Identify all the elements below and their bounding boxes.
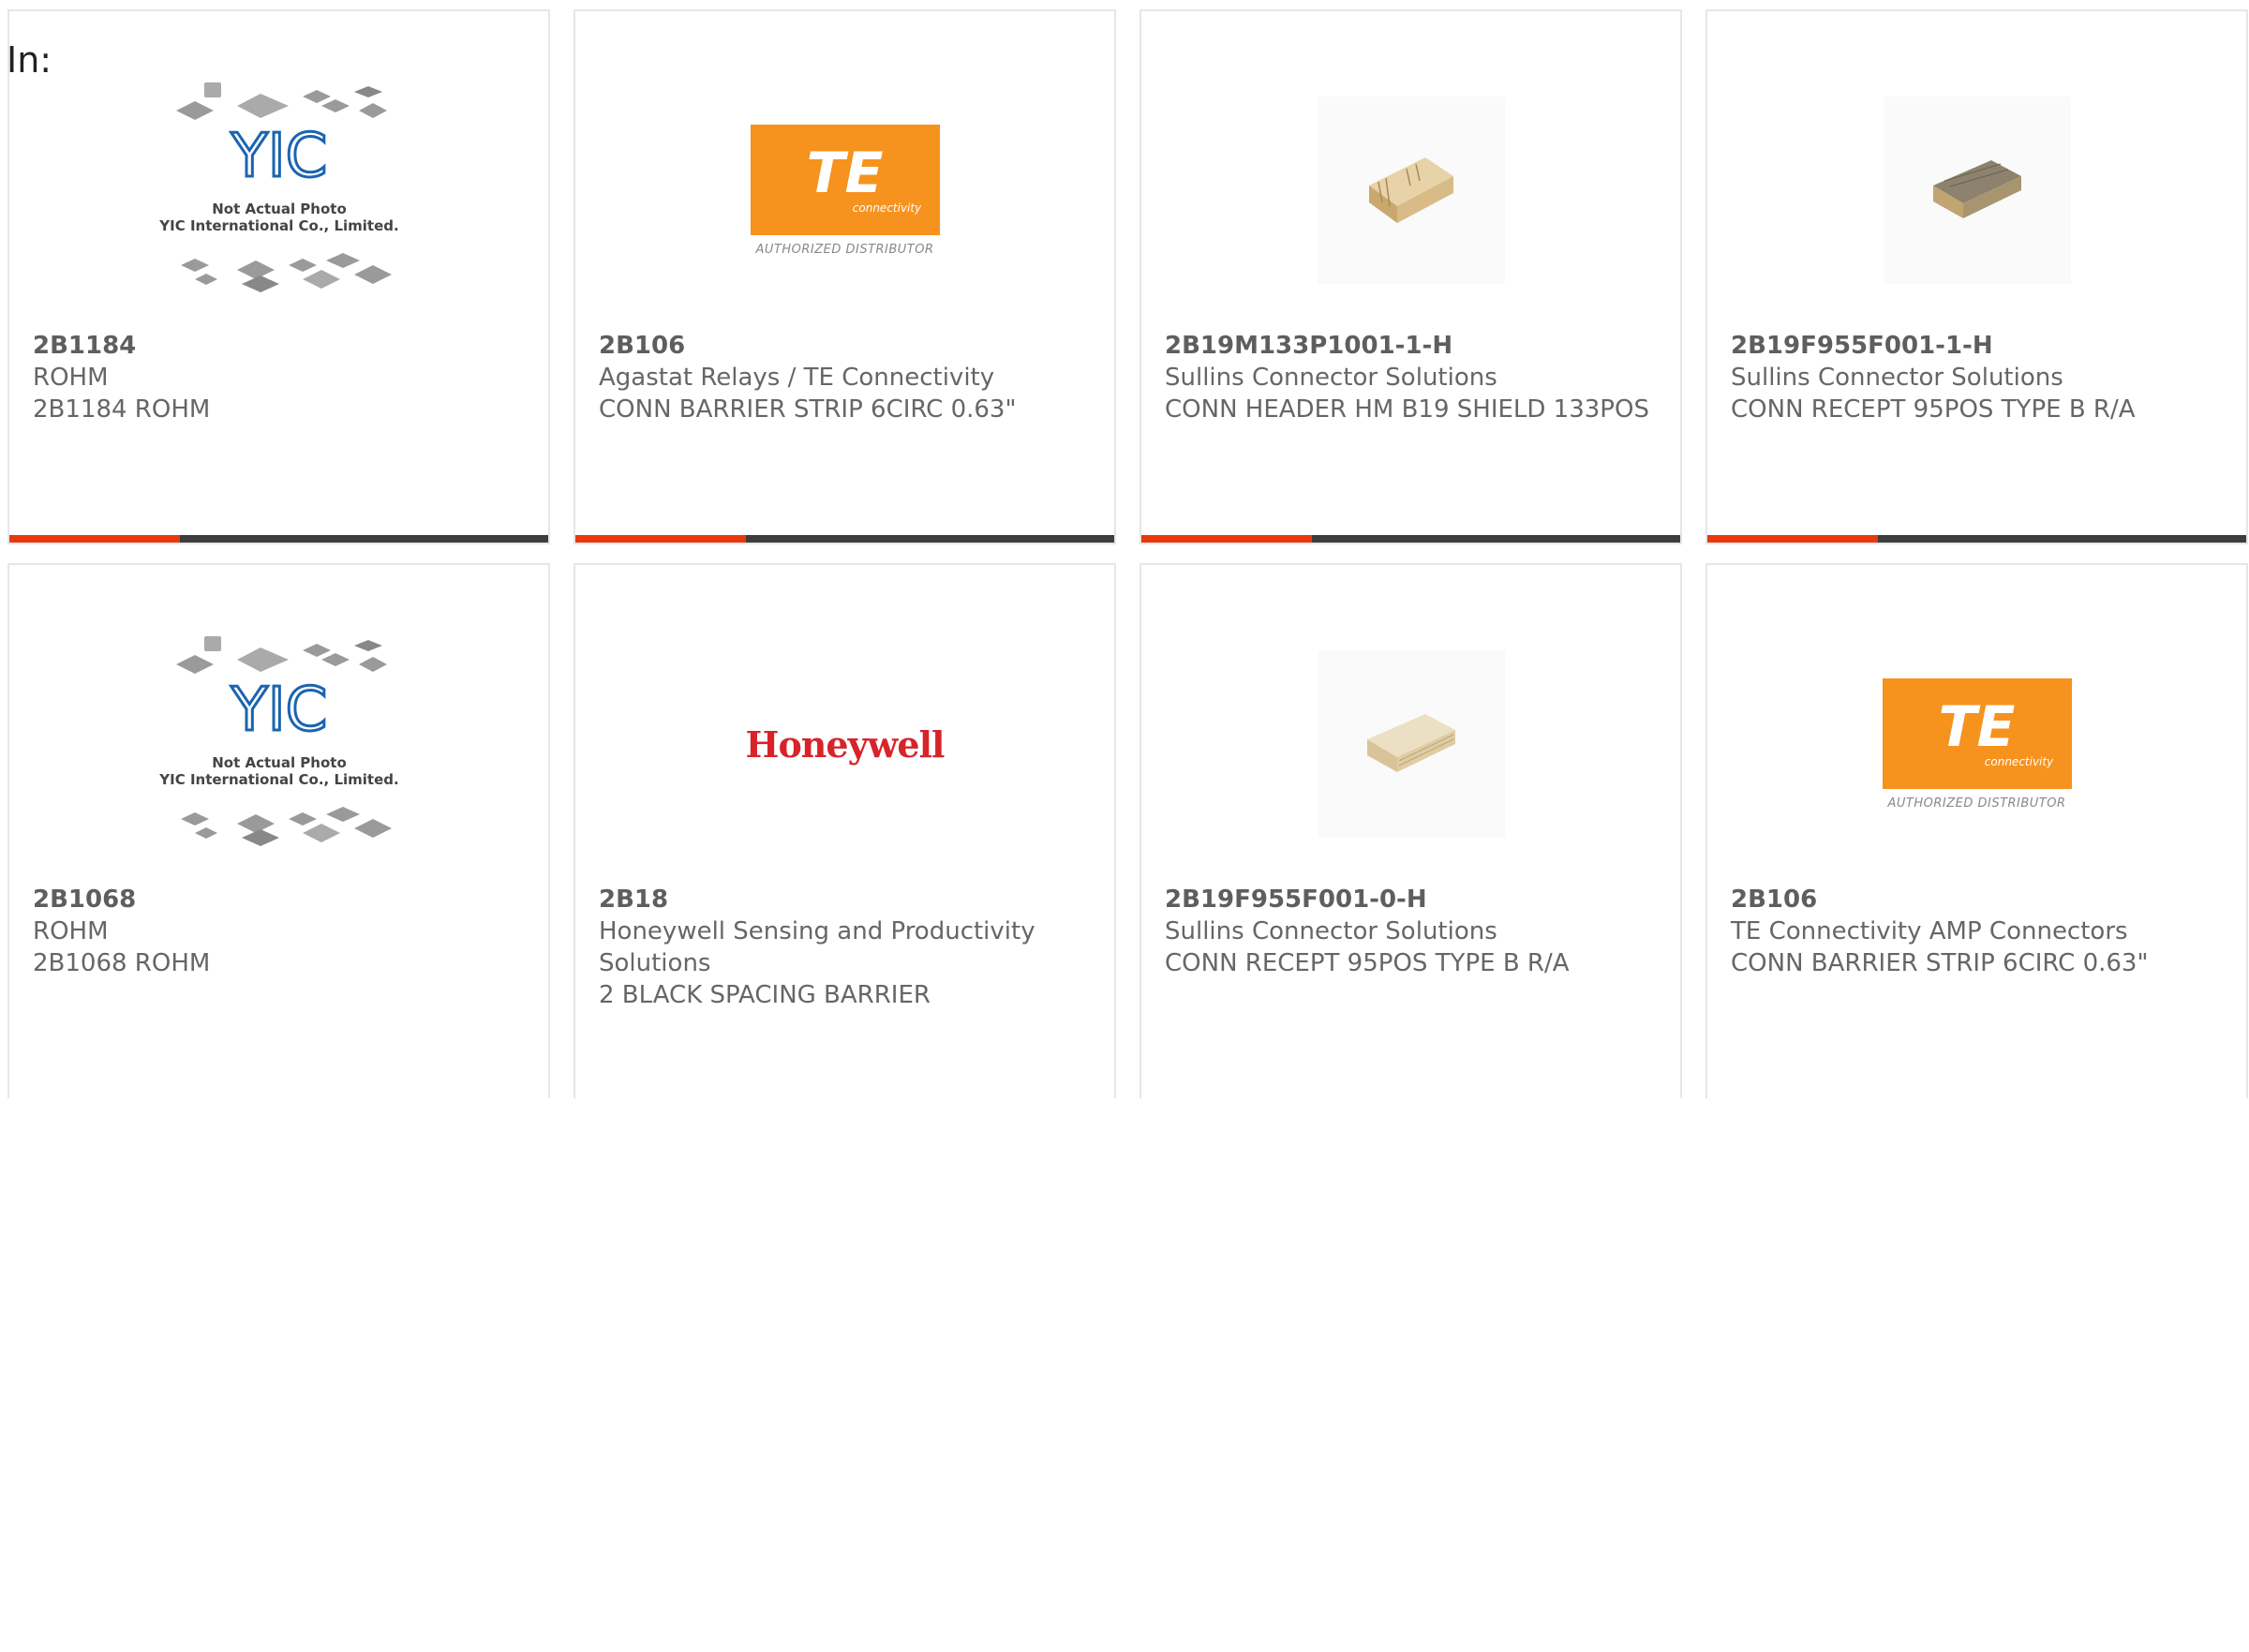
te-logo-icon: TE connectivity AUTHORIZED DISTRIBUTOR <box>1882 677 2072 811</box>
description: CONN RECEPT 95POS TYPE B R/A <box>1165 949 1570 977</box>
product-info: 2B106 TE Connectivity AMP Connectors CON… <box>1731 884 2227 979</box>
connector-receptacle-image <box>1883 97 2071 284</box>
product-card[interactable]: YIC Not Actual Photo YIC International C… <box>7 563 550 1098</box>
manufacturer: TE Connectivity AMP Connectors <box>1731 917 2128 945</box>
product-image[interactable]: YIC Not Actual Photo YIC International C… <box>139 73 420 307</box>
manufacturer: Sullins Connector Solutions <box>1731 364 2063 392</box>
te-logo-mark: TE <box>1938 693 2016 760</box>
manufacturer: Honeywell Sensing and Productivity Solut… <box>599 917 1035 977</box>
part-number[interactable]: 2B19F955F001-1-H <box>1731 330 2227 362</box>
te-logo-icon: TE connectivity AUTHORIZED DISTRIBUTOR <box>750 124 940 257</box>
placeholder-line-1: Not Actual Photo <box>212 754 347 771</box>
description: 2 BLACK SPACING BARRIER <box>599 981 931 1009</box>
product-image[interactable]: Honeywell <box>705 627 986 861</box>
part-number[interactable]: 2B18 <box>599 884 1095 915</box>
product-card[interactable]: TE connectivity AUTHORIZED DISTRIBUTOR 2… <box>573 9 1116 544</box>
authorized-distributor-text: AUTHORIZED DISTRIBUTOR <box>1887 796 2066 811</box>
authorized-distributor-text: AUTHORIZED DISTRIBUTOR <box>755 242 934 257</box>
product-image[interactable]: YIC Not Actual Photo YIC International C… <box>139 627 420 861</box>
te-logo-sub: connectivity <box>852 201 922 215</box>
product-info: 2B19F955F001-1-H Sullins Connector Solut… <box>1731 330 2227 425</box>
part-number[interactable]: 2B1068 <box>33 884 529 915</box>
manufacturer: Agastat Relays / TE Connectivity <box>599 364 995 392</box>
product-info: 2B1184 ROHM 2B1184 ROHM <box>33 330 529 425</box>
svg-text:YIC: YIC <box>230 122 327 191</box>
card-bottom-bar <box>575 535 1114 543</box>
yic-placeholder-icon: YIC Not Actual Photo YIC International C… <box>158 82 398 292</box>
svg-text:YIC: YIC <box>230 676 327 745</box>
card-bottom-bar <box>1141 535 1680 543</box>
manufacturer: ROHM <box>33 917 109 945</box>
part-number[interactable]: 2B19M133P1001-1-H <box>1165 330 1661 362</box>
manufacturer: ROHM <box>33 364 109 392</box>
connector-icon <box>1366 714 1455 772</box>
yic-placeholder-icon: YIC Not Actual Photo YIC International C… <box>158 636 398 846</box>
card-bottom-bar <box>9 535 548 543</box>
product-info: 2B18 Honeywell Sensing and Productivity … <box>599 884 1095 1011</box>
part-number[interactable]: 2B1184 <box>33 330 529 362</box>
placeholder-line-2: YIC International Co., Limited. <box>158 771 398 788</box>
product-info: 2B1068 ROHM 2B1068 ROHM <box>33 884 529 979</box>
part-number[interactable]: 2B19F955F001-0-H <box>1165 884 1661 915</box>
description: CONN RECEPT 95POS TYPE B R/A <box>1731 395 2136 424</box>
te-logo-mark: TE <box>806 140 884 206</box>
filter-label: In: <box>7 39 52 81</box>
product-card[interactable]: 2B19M133P1001-1-H Sullins Connector Solu… <box>1139 9 1682 544</box>
product-card[interactable]: YIC Not Actual Photo YIC International C… <box>7 9 550 544</box>
product-grid-row-2: YIC Not Actual Photo YIC International C… <box>7 563 2248 1652</box>
connector-icon <box>1368 157 1453 223</box>
product-card[interactable]: Honeywell 2B18 Honeywell Sensing and Pro… <box>573 563 1116 1098</box>
description: CONN BARRIER STRIP 6CIRC 0.63" <box>1731 949 2149 977</box>
description: CONN HEADER HM B19 SHIELD 133POS <box>1165 395 1649 424</box>
product-info: 2B19M133P1001-1-H Sullins Connector Solu… <box>1165 330 1661 425</box>
product-info: 2B19F955F001-0-H Sullins Connector Solut… <box>1165 884 1661 979</box>
honeywell-logo-icon: Honeywell <box>745 722 946 766</box>
description: CONN BARRIER STRIP 6CIRC 0.63" <box>599 395 1017 424</box>
product-card[interactable]: 2B19F955F001-0-H Sullins Connector Solut… <box>1139 563 1682 1098</box>
description: 2B1068 ROHM <box>33 949 211 977</box>
manufacturer: Sullins Connector Solutions <box>1165 364 1497 392</box>
connector-receptacle-image <box>1317 650 1505 838</box>
product-image[interactable]: TE connectivity AUTHORIZED DISTRIBUTOR <box>705 73 986 307</box>
placeholder-line-1: Not Actual Photo <box>212 201 347 217</box>
card-bottom-bar <box>1707 535 2246 543</box>
product-image[interactable] <box>1271 73 1552 307</box>
product-image[interactable] <box>1837 73 2118 307</box>
description: 2B1184 ROHM <box>33 395 211 424</box>
product-info: 2B106 Agastat Relays / TE Connectivity C… <box>599 330 1095 425</box>
product-image[interactable]: TE connectivity AUTHORIZED DISTRIBUTOR <box>1837 627 2118 861</box>
te-logo-sub: connectivity <box>1984 754 2054 768</box>
placeholder-line-2: YIC International Co., Limited. <box>158 217 398 234</box>
product-image[interactable] <box>1271 627 1552 861</box>
part-number[interactable]: 2B106 <box>599 330 1095 362</box>
product-card[interactable]: TE connectivity AUTHORIZED DISTRIBUTOR 2… <box>1705 563 2248 1098</box>
manufacturer: Sullins Connector Solutions <box>1165 917 1497 945</box>
connector-header-image <box>1317 97 1505 284</box>
product-card[interactable]: 2B19F955F001-1-H Sullins Connector Solut… <box>1705 9 2248 544</box>
connector-icon <box>1932 160 2021 218</box>
part-number[interactable]: 2B106 <box>1731 884 2227 915</box>
